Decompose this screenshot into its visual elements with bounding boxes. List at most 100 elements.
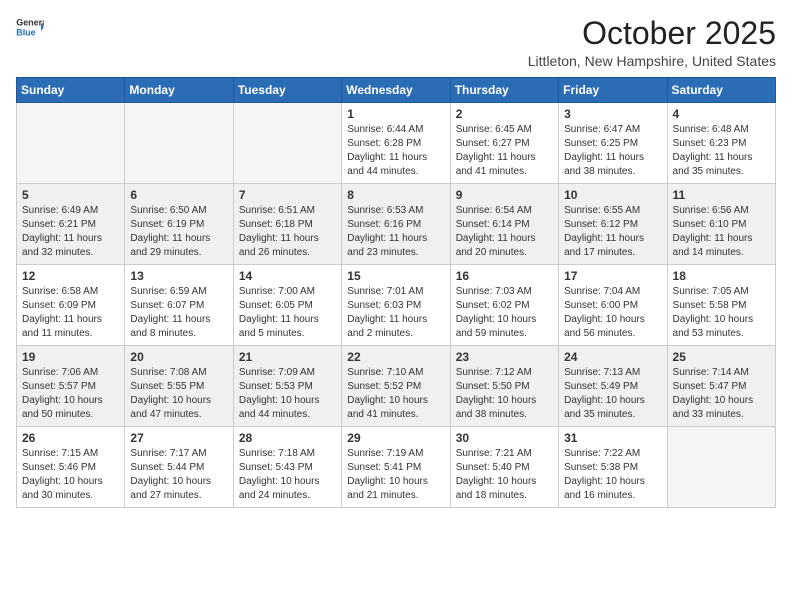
col-wednesday: Wednesday (342, 78, 450, 103)
table-row: 1 Sunrise: 6:44 AM Sunset: 6:28 PM Daylig… (342, 103, 450, 184)
day-number: 15 (347, 269, 444, 283)
logo-icon: General Blue (16, 16, 44, 38)
table-row: 5 Sunrise: 6:49 AM Sunset: 6:21 PM Daylig… (17, 184, 125, 265)
day-info: Sunrise: 7:15 AM Sunset: 5:46 PM Dayligh… (22, 447, 119, 503)
day-number: 13 (130, 269, 227, 283)
calendar-header-row: Sunday Monday Tuesday Wednesday Thursday… (17, 78, 776, 103)
day-info: Sunrise: 7:09 AM Sunset: 5:53 PM Dayligh… (239, 366, 336, 422)
calendar-week-row: 1 Sunrise: 6:44 AM Sunset: 6:28 PM Daylig… (17, 103, 776, 184)
day-number: 16 (456, 269, 553, 283)
day-number: 18 (673, 269, 770, 283)
day-number: 26 (22, 431, 119, 445)
table-row: 26 Sunrise: 7:15 AM Sunset: 5:46 PM Dayli… (17, 427, 125, 508)
table-row: 28Sunrise: 7:18 AM Sunset: 5:43 PM Dayli… (233, 427, 341, 508)
table-row (667, 427, 775, 508)
day-info: Sunrise: 6:56 AM Sunset: 6:10 PM Dayligh… (673, 204, 770, 260)
table-row: 24 Sunrise: 7:13 AM Sunset: 5:49 PM Dayli… (559, 346, 667, 427)
day-info: Sunrise: 6:51 AM Sunset: 6:18 PM Dayligh… (239, 204, 336, 260)
table-row: 31 Sunrise: 7:22 AM Sunset: 5:38 PM Dayli… (559, 427, 667, 508)
day-info: Sunrise: 7:18 AM Sunset: 5:43 PM Dayligh… (239, 447, 336, 503)
table-row: 10 Sunrise: 6:55 AM Sunset: 6:12 PM Dayli… (559, 184, 667, 265)
day-number: 30 (456, 431, 553, 445)
day-info: Sunrise: 7:22 AM Sunset: 5:38 PM Dayligh… (564, 447, 661, 503)
day-number: 23 (456, 350, 553, 364)
day-info: Sunrise: 6:50 AM Sunset: 6:19 PM Dayligh… (130, 204, 227, 260)
table-row: 15Sunrise: 7:01 AM Sunset: 6:03 PM Dayli… (342, 265, 450, 346)
day-number: 3 (564, 107, 661, 121)
day-number: 22 (347, 350, 444, 364)
table-row: 25 Sunrise: 7:14 AM Sunset: 5:47 PM Dayli… (667, 346, 775, 427)
calendar-week-row: 12Sunrise: 6:58 AM Sunset: 6:09 PM Dayli… (17, 265, 776, 346)
day-info: Sunrise: 6:53 AM Sunset: 6:16 PM Dayligh… (347, 204, 444, 260)
day-info: Sunrise: 6:48 AM Sunset: 6:23 PM Dayligh… (673, 123, 770, 179)
table-row (233, 103, 341, 184)
day-number: 6 (130, 188, 227, 202)
day-info: Sunrise: 6:49 AM Sunset: 6:21 PM Dayligh… (22, 204, 119, 260)
day-number: 1 (347, 107, 444, 121)
logo: General Blue (16, 16, 44, 38)
table-row: 23 Sunrise: 7:12 AM Sunset: 5:50 PM Dayli… (450, 346, 558, 427)
day-info: Sunrise: 7:06 AM Sunset: 5:57 PM Dayligh… (22, 366, 119, 422)
table-row: 29 Sunrise: 7:19 AM Sunset: 5:41 PM Dayli… (342, 427, 450, 508)
day-info: Sunrise: 7:19 AM Sunset: 5:41 PM Dayligh… (347, 447, 444, 503)
col-monday: Monday (125, 78, 233, 103)
table-row (125, 103, 233, 184)
location-title: Littleton, New Hampshire, United States (528, 53, 776, 69)
table-row: 19Sunrise: 7:06 AM Sunset: 5:57 PM Dayli… (17, 346, 125, 427)
day-number: 25 (673, 350, 770, 364)
day-info: Sunrise: 7:13 AM Sunset: 5:49 PM Dayligh… (564, 366, 661, 422)
table-row: 21Sunrise: 7:09 AM Sunset: 5:53 PM Dayli… (233, 346, 341, 427)
day-number: 27 (130, 431, 227, 445)
table-row: 20 Sunrise: 7:08 AM Sunset: 5:55 PM Dayli… (125, 346, 233, 427)
day-number: 17 (564, 269, 661, 283)
page-container: General Blue October 2025 Littleton, New… (0, 0, 792, 518)
day-number: 10 (564, 188, 661, 202)
table-row: 16 Sunrise: 7:03 AM Sunset: 6:02 PM Dayli… (450, 265, 558, 346)
table-row: 2 Sunrise: 6:45 AM Sunset: 6:27 PM Daylig… (450, 103, 558, 184)
day-info: Sunrise: 6:44 AM Sunset: 6:28 PM Dayligh… (347, 123, 444, 179)
table-row: 13 Sunrise: 6:59 AM Sunset: 6:07 PM Dayli… (125, 265, 233, 346)
col-friday: Friday (559, 78, 667, 103)
table-row: 12Sunrise: 6:58 AM Sunset: 6:09 PM Dayli… (17, 265, 125, 346)
day-number: 5 (22, 188, 119, 202)
col-sunday: Sunday (17, 78, 125, 103)
svg-text:Blue: Blue (16, 27, 35, 37)
day-info: Sunrise: 7:05 AM Sunset: 5:58 PM Dayligh… (673, 285, 770, 341)
table-row: 18 Sunrise: 7:05 AM Sunset: 5:58 PM Dayli… (667, 265, 775, 346)
day-info: Sunrise: 7:08 AM Sunset: 5:55 PM Dayligh… (130, 366, 227, 422)
day-number: 29 (347, 431, 444, 445)
day-number: 12 (22, 269, 119, 283)
day-number: 11 (673, 188, 770, 202)
table-row: 11 Sunrise: 6:56 AM Sunset: 6:10 PM Dayli… (667, 184, 775, 265)
day-info: Sunrise: 6:59 AM Sunset: 6:07 PM Dayligh… (130, 285, 227, 341)
table-row: 3Sunrise: 6:47 AM Sunset: 6:25 PM Daylig… (559, 103, 667, 184)
day-info: Sunrise: 7:14 AM Sunset: 5:47 PM Dayligh… (673, 366, 770, 422)
day-info: Sunrise: 7:04 AM Sunset: 6:00 PM Dayligh… (564, 285, 661, 341)
day-number: 31 (564, 431, 661, 445)
day-info: Sunrise: 6:54 AM Sunset: 6:14 PM Dayligh… (456, 204, 553, 260)
col-thursday: Thursday (450, 78, 558, 103)
calendar-week-row: 19Sunrise: 7:06 AM Sunset: 5:57 PM Dayli… (17, 346, 776, 427)
table-row: 4 Sunrise: 6:48 AM Sunset: 6:23 PM Daylig… (667, 103, 775, 184)
header: General Blue October 2025 Littleton, New… (16, 16, 776, 69)
table-row: 22 Sunrise: 7:10 AM Sunset: 5:52 PM Dayli… (342, 346, 450, 427)
day-number: 4 (673, 107, 770, 121)
day-number: 7 (239, 188, 336, 202)
day-info: Sunrise: 7:12 AM Sunset: 5:50 PM Dayligh… (456, 366, 553, 422)
day-info: Sunrise: 7:03 AM Sunset: 6:02 PM Dayligh… (456, 285, 553, 341)
table-row: 17 Sunrise: 7:04 AM Sunset: 6:00 PM Dayli… (559, 265, 667, 346)
month-title: October 2025 (528, 16, 776, 51)
day-info: Sunrise: 6:45 AM Sunset: 6:27 PM Dayligh… (456, 123, 553, 179)
calendar-week-row: 26 Sunrise: 7:15 AM Sunset: 5:46 PM Dayli… (17, 427, 776, 508)
col-saturday: Saturday (667, 78, 775, 103)
day-number: 20 (130, 350, 227, 364)
svg-text:General: General (16, 18, 44, 28)
day-number: 24 (564, 350, 661, 364)
day-info: Sunrise: 7:00 AM Sunset: 6:05 PM Dayligh… (239, 285, 336, 341)
day-number: 2 (456, 107, 553, 121)
day-info: Sunrise: 7:17 AM Sunset: 5:44 PM Dayligh… (130, 447, 227, 503)
calendar-table: Sunday Monday Tuesday Wednesday Thursday… (16, 77, 776, 508)
day-info: Sunrise: 7:21 AM Sunset: 5:40 PM Dayligh… (456, 447, 553, 503)
day-info: Sunrise: 6:55 AM Sunset: 6:12 PM Dayligh… (564, 204, 661, 260)
day-info: Sunrise: 7:10 AM Sunset: 5:52 PM Dayligh… (347, 366, 444, 422)
